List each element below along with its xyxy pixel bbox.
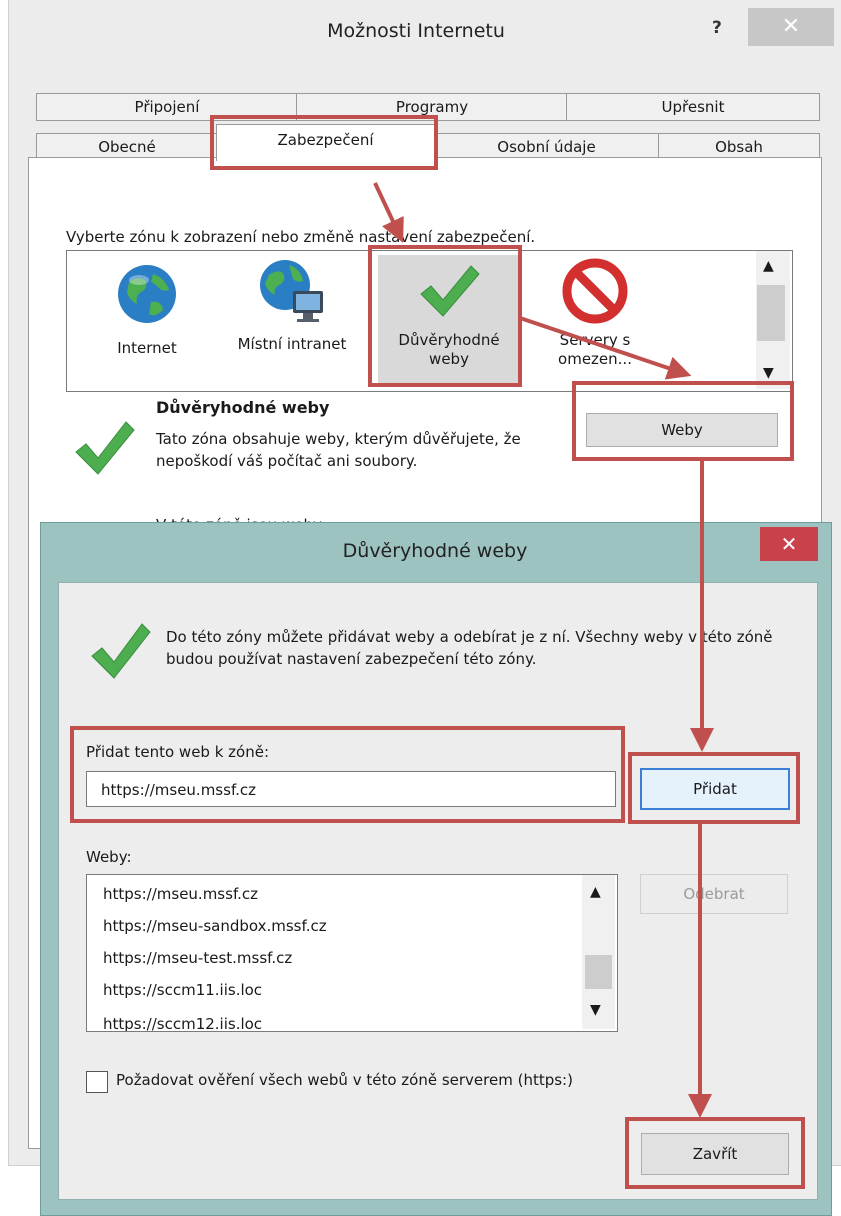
zone-local-intranet[interactable]: Místní intranet: [222, 257, 362, 354]
zone-prompt: Vyberte zónu k zobrazení nebo změně nast…: [66, 228, 536, 246]
highlight-add-site-field: [70, 726, 625, 823]
sites-list[interactable]: https://mseu.mssf.cz https://mseu-sandbo…: [86, 874, 618, 1032]
require-https-label: Požadovat ověření všech webů v této zóně…: [116, 1071, 573, 1089]
list-item[interactable]: https://mseu-test.mssf.cz: [103, 949, 292, 967]
list-item[interactable]: https://mseu.mssf.cz: [103, 885, 258, 903]
tab-upresnit[interactable]: Upřesnit: [566, 93, 820, 121]
zone-label: Internet: [117, 339, 177, 357]
highlight-security-tab: [210, 115, 438, 170]
scroll-down-icon[interactable]: ▼: [590, 1002, 601, 1018]
dialog-close-button[interactable]: ✕: [760, 527, 818, 561]
scroll-up-icon[interactable]: ▲: [763, 258, 774, 274]
zone-label: Servery s omezen...: [558, 331, 632, 368]
sites-label: Weby:: [86, 848, 132, 866]
help-icon[interactable]: ?: [712, 18, 722, 38]
zone-label: Místní intranet: [237, 335, 347, 353]
restricted-icon: [562, 258, 628, 324]
list-item[interactable]: https://sccm11.iis.loc: [103, 981, 262, 999]
highlight-trusted-zone: [368, 245, 522, 387]
intranet-globe-icon: [260, 260, 323, 322]
scroll-down-icon[interactable]: ▼: [763, 365, 774, 381]
remove-button[interactable]: Odebrat: [640, 874, 788, 914]
highlight-sites-button: [572, 381, 794, 461]
highlight-add-button: [628, 752, 800, 824]
scroll-up-icon[interactable]: ▲: [590, 884, 601, 900]
zone-description: Tato zóna obsahuje weby, kterým důvěřuje…: [156, 430, 521, 470]
green-check-icon: [75, 421, 135, 475]
green-check-icon: [91, 623, 151, 679]
zone-title: Důvěryhodné weby: [156, 398, 330, 417]
list-item[interactable]: https://sccm12.iis.loc: [103, 1015, 262, 1031]
zone-internet[interactable]: Internet: [92, 262, 202, 358]
scrollbar-thumb[interactable]: [757, 285, 785, 341]
dialog-title: Důvěryhodné weby: [342, 540, 528, 562]
highlight-close-button: [625, 1117, 805, 1189]
dialog-description: Do této zóny můžete přidávat weby a odeb…: [166, 628, 773, 668]
scrollbar-thumb[interactable]: [585, 955, 612, 989]
close-button[interactable]: ✕: [748, 8, 834, 46]
zone-restricted-sites[interactable]: Servery s omezen...: [530, 258, 660, 369]
globe-icon: [118, 265, 176, 323]
list-item[interactable]: https://mseu-sandbox.mssf.cz: [103, 917, 327, 935]
window-title: Možnosti Internetu: [327, 20, 505, 42]
require-https-checkbox[interactable]: [86, 1071, 108, 1093]
